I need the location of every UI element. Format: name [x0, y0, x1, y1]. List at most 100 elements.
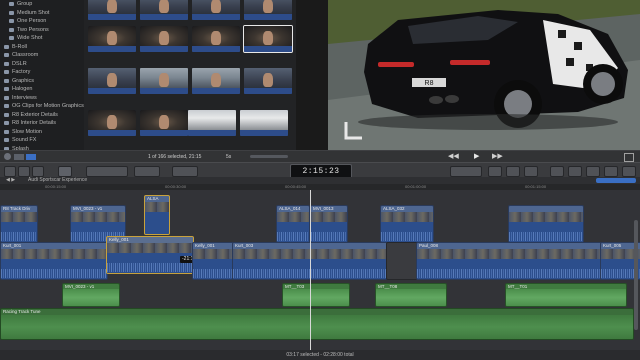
- connected-clip[interactable]: MVI_0013: [310, 205, 348, 243]
- library-item[interactable]: Sound FX: [0, 136, 84, 145]
- library-item-label: Graphics: [12, 77, 35, 84]
- library-item[interactable]: Wide Shot: [0, 34, 84, 43]
- library-item[interactable]: R8 Interior Details: [0, 119, 84, 128]
- folder-icon: [4, 87, 9, 92]
- clip-thumbnail[interactable]: [240, 110, 288, 136]
- timeline-scrollbar[interactable]: [634, 220, 638, 330]
- import-icon[interactable]: [4, 166, 16, 177]
- next-frame-icon[interactable]: ▶▶: [492, 153, 503, 161]
- list-view-icon[interactable]: [14, 154, 24, 160]
- library-item[interactable]: Interviews: [0, 94, 84, 103]
- audio-clip[interactable]: MT__T03: [282, 283, 350, 307]
- connected-clip[interactable]: R8 Track Driv: [0, 205, 38, 243]
- audio-clip[interactable]: MT__T08: [375, 283, 447, 307]
- folder-icon: [4, 121, 9, 126]
- primary-clip[interactable]: Kurt_001: [0, 242, 108, 280]
- event-list: Group Medium Shot One Person Two Persons Wid…: [0, 0, 84, 150]
- keywords-icon[interactable]: [18, 166, 30, 177]
- primary-clip-selected[interactable]: Kelly_001: [106, 236, 194, 274]
- timeline-header: ◀ ▶ Audi Sportscar Experience: [0, 177, 640, 184]
- search-icon[interactable]: [58, 166, 72, 177]
- folder-icon: [4, 53, 9, 58]
- fullscreen-icon[interactable]: [624, 153, 634, 162]
- clip-zoom-slider[interactable]: [250, 155, 288, 158]
- library-item[interactable]: Group: [0, 0, 84, 9]
- clip-thumbnail[interactable]: [192, 68, 240, 94]
- clip-thumbnail[interactable]: [88, 26, 136, 52]
- clip-thumbnail[interactable]: [88, 68, 136, 94]
- clip-thumbnail[interactable]: [192, 0, 240, 20]
- play-icon[interactable]: ▶: [474, 153, 479, 161]
- clip-thumbnail[interactable]: [88, 110, 136, 136]
- clip-thumbnail[interactable]: [140, 110, 188, 136]
- library-item[interactable]: R8 Exterior Details: [0, 111, 84, 120]
- connected-clip[interactable]: ALSA_014: [276, 205, 310, 243]
- library-item[interactable]: Classroom: [0, 51, 84, 60]
- library-item[interactable]: Slow Motion: [0, 128, 84, 137]
- clip-browser: [84, 0, 296, 150]
- selection-status: 1 of 166 selected, 21:15: [148, 154, 202, 160]
- camera-icon[interactable]: [550, 166, 564, 177]
- clip-thumbnail[interactable]: [140, 68, 188, 94]
- folder-icon: [4, 138, 9, 143]
- music-track[interactable]: Racing Track Tune: [0, 308, 634, 340]
- library-item[interactable]: B-Roll: [0, 43, 84, 52]
- playhead[interactable]: [310, 190, 311, 350]
- previous-frame-icon[interactable]: ◀◀: [448, 153, 459, 161]
- library-item[interactable]: OG Clips for Motion Graphics: [0, 102, 84, 111]
- clip-thumbnail[interactable]: [244, 68, 292, 94]
- primary-clip[interactable]: Kelly_001: [192, 242, 234, 280]
- primary-clip[interactable]: Paul_008: [416, 242, 602, 280]
- clip-thumbnail[interactable]: [243, 25, 293, 53]
- titles-icon[interactable]: [586, 166, 600, 177]
- generators-icon[interactable]: [604, 166, 618, 177]
- zoom-label: 5s: [226, 154, 232, 160]
- library-item-label: Sound FX: [12, 137, 37, 143]
- connected-clip[interactable]: ALSA: [144, 195, 170, 235]
- library-item[interactable]: Graphics: [0, 77, 84, 86]
- library-item-label: Halogen: [12, 86, 33, 92]
- library-item-label: Factory: [12, 69, 31, 75]
- library-item[interactable]: Factory: [0, 68, 84, 77]
- library-item[interactable]: One Person: [0, 17, 84, 26]
- share-buttons[interactable]: [450, 166, 482, 177]
- clip-thumbnail[interactable]: [140, 0, 188, 20]
- folder-icon: [4, 61, 9, 66]
- settings-icon[interactable]: [4, 153, 11, 160]
- folder-icon: [4, 44, 9, 49]
- audio-clip[interactable]: MT__T01: [505, 283, 627, 307]
- folder-icon: [4, 78, 9, 83]
- connected-clip[interactable]: ALSA_032: [380, 205, 434, 243]
- text-icon[interactable]: [524, 166, 538, 177]
- clip-thumbnail[interactable]: [88, 0, 136, 20]
- music-icon[interactable]: [506, 166, 520, 177]
- transitions-icon[interactable]: [568, 166, 582, 177]
- photos-icon[interactable]: [488, 166, 502, 177]
- clip-thumbnail[interactable]: [140, 26, 188, 52]
- project-name: Audi Sportscar Experience: [28, 177, 88, 183]
- library-item[interactable]: DSLR: [0, 60, 84, 69]
- clip-thumbnail[interactable]: [192, 26, 240, 52]
- viewer: R8: [296, 0, 640, 150]
- connected-clip[interactable]: [508, 205, 584, 243]
- library-item-label: Two Persons: [17, 26, 49, 33]
- clip-thumbnail[interactable]: [244, 0, 292, 20]
- audio-clip[interactable]: MVI_0023 - v1: [62, 283, 120, 307]
- filmstrip-view-icon[interactable]: [26, 154, 36, 160]
- edit-buttons[interactable]: [86, 166, 128, 177]
- gap-clip[interactable]: [386, 242, 418, 280]
- clip-thumbnail[interactable]: [188, 110, 236, 136]
- tool-select-button[interactable]: [134, 166, 160, 177]
- skimming-button[interactable]: [172, 166, 198, 177]
- library-item[interactable]: Halogen: [0, 85, 84, 94]
- enhance-icon[interactable]: [32, 166, 44, 177]
- themes-icon[interactable]: [622, 166, 636, 177]
- folder-icon: [4, 70, 9, 75]
- library-item[interactable]: Two Persons: [0, 26, 84, 35]
- timeline-zoom-control[interactable]: [596, 178, 636, 183]
- folder-icon: [9, 19, 14, 24]
- back-icon[interactable]: ◀ ▶: [6, 177, 15, 184]
- library-item-label: OG Clips for Motion Graphics: [12, 103, 84, 109]
- library-item[interactable]: Medium Shot: [0, 9, 84, 18]
- corner-mark-icon: [344, 122, 362, 140]
